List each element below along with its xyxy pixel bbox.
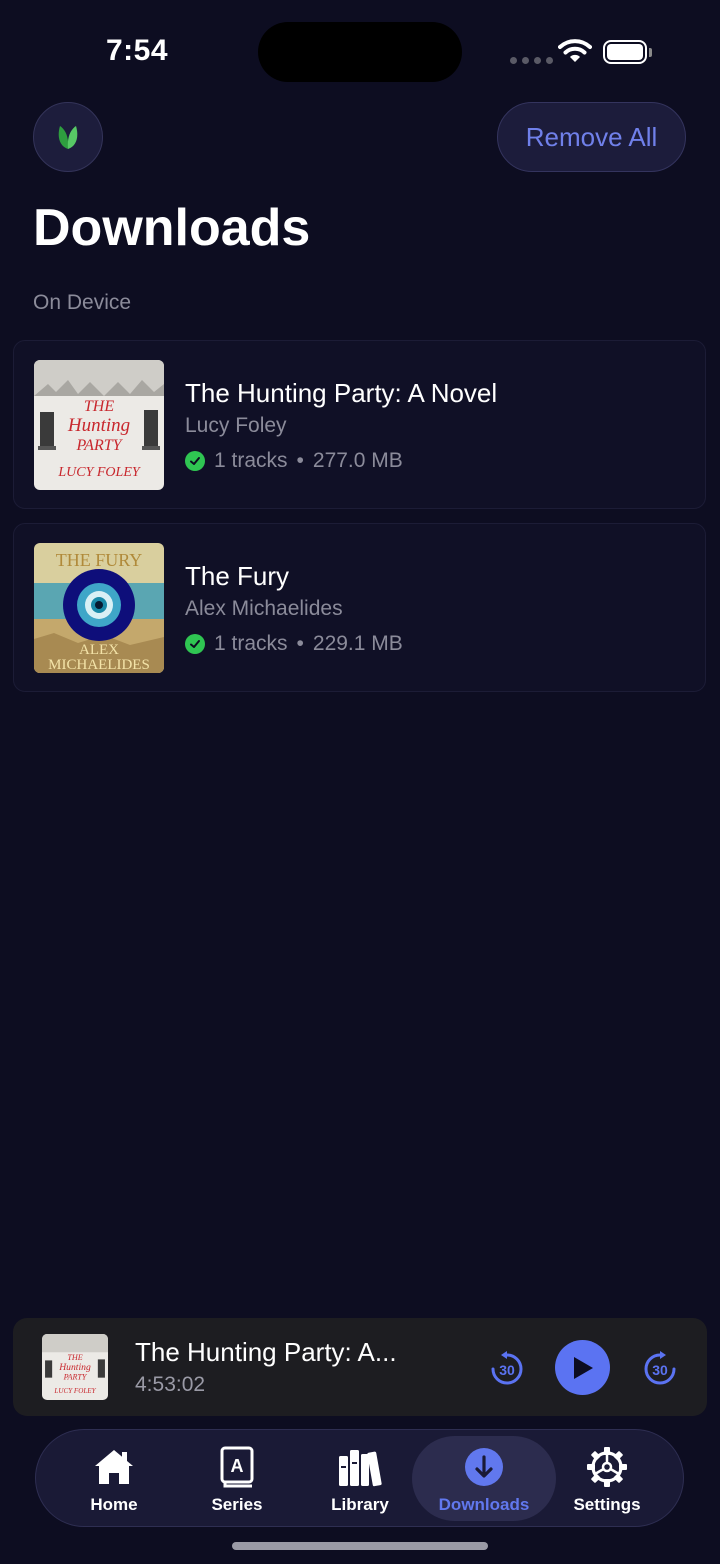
cover-text: PARTY (75, 437, 123, 454)
mini-player-title: The Hunting Party: A... (135, 1337, 397, 1367)
tab-label: Downloads (438, 1495, 530, 1514)
cover-text: THE FURY (56, 550, 143, 570)
tab-settings[interactable]: Settings (547, 1430, 667, 1526)
cover-text: MICHAELIDES (48, 657, 150, 673)
remove-all-button[interactable]: Remove All (497, 102, 686, 172)
cover-text: ALEX (79, 642, 119, 658)
skip-back-label: 30 (499, 1362, 515, 1378)
book-author: Lucy Foley (185, 414, 287, 437)
file-size: 277.0 MB (312, 449, 403, 472)
book-cover: THE FURY ALEX MICHAELIDES (34, 543, 164, 673)
tab-label: Home (90, 1495, 138, 1514)
book-icon: A (220, 1446, 254, 1488)
skip-back-30-icon[interactable]: 30 (487, 1349, 527, 1389)
cellular-signal-icon (510, 57, 553, 64)
battery-tip (649, 48, 652, 57)
svg-text:A: A (231, 1456, 244, 1476)
download-item[interactable]: THE FURY ALEX MICHAELIDES The Fury Alex … (13, 523, 706, 692)
dynamic-island (258, 22, 462, 82)
meta-separator: • (296, 449, 304, 472)
mini-player[interactable]: THE Hunting PARTY LUCY FOLEY The Hunting… (13, 1318, 707, 1416)
home-indicator[interactable] (232, 1542, 488, 1550)
skip-forward-30-icon[interactable]: 30 (640, 1349, 680, 1389)
book-author: Alex Michaelides (185, 597, 343, 620)
tab-label: Settings (573, 1495, 641, 1514)
wifi-icon (558, 39, 592, 62)
mini-player-time: 4:53:02 (135, 1373, 206, 1396)
tab-downloads[interactable]: Downloads (424, 1430, 544, 1526)
tab-label: Series (211, 1495, 263, 1514)
play-icon (573, 1356, 593, 1379)
skip-forward-label: 30 (652, 1362, 668, 1378)
cover-text: Hunting (58, 1362, 91, 1373)
download-icon (465, 1448, 503, 1486)
track-count: 1 tracks (214, 449, 288, 472)
house-icon (95, 1450, 133, 1484)
play-button[interactable] (555, 1340, 610, 1395)
books-icon (339, 1450, 382, 1487)
book-cover: THE Hunting PARTY LUCY FOLEY (34, 360, 164, 490)
file-size: 229.1 MB (312, 632, 403, 655)
meta-separator: • (296, 632, 304, 655)
cover-text: Hunting (67, 415, 130, 436)
download-item[interactable]: THE Hunting PARTY LUCY FOLEY The Hunting… (13, 340, 706, 509)
mini-player-cover: THE Hunting PARTY LUCY FOLEY (42, 1334, 108, 1400)
cover-text: PARTY (63, 1373, 88, 1382)
cover-text: THE (84, 398, 114, 415)
tab-bar: Home A Series Library Downloads Settings (35, 1429, 684, 1527)
tab-library[interactable]: Library (300, 1430, 420, 1526)
cover-text: LUCY FOLEY (57, 465, 142, 480)
section-label-on-device: On Device (33, 291, 132, 314)
status-bar: 7:54 (0, 0, 720, 100)
checkmark-circle-icon (185, 634, 205, 654)
tab-series[interactable]: A Series (177, 1430, 297, 1526)
cover-text: LUCY FOLEY (53, 1387, 96, 1395)
cover-text: THE (67, 1353, 82, 1362)
gear-icon (587, 1447, 627, 1487)
page-title: Downloads (33, 199, 311, 257)
track-count: 1 tracks (214, 632, 288, 655)
download-meta: 1 tracks • 229.1 MB (185, 632, 403, 656)
book-title: The Fury (185, 561, 290, 591)
checkmark-circle-icon (185, 451, 205, 471)
book-title: The Hunting Party: A Novel (185, 378, 498, 408)
tab-home[interactable]: Home (54, 1430, 174, 1526)
download-meta: 1 tracks • 277.0 MB (185, 449, 403, 473)
app-logo-button[interactable] (33, 102, 103, 172)
status-time: 7:54 (106, 34, 169, 67)
tab-label: Library (331, 1495, 389, 1514)
battery-icon (603, 40, 647, 64)
leaf-icon (58, 126, 78, 149)
